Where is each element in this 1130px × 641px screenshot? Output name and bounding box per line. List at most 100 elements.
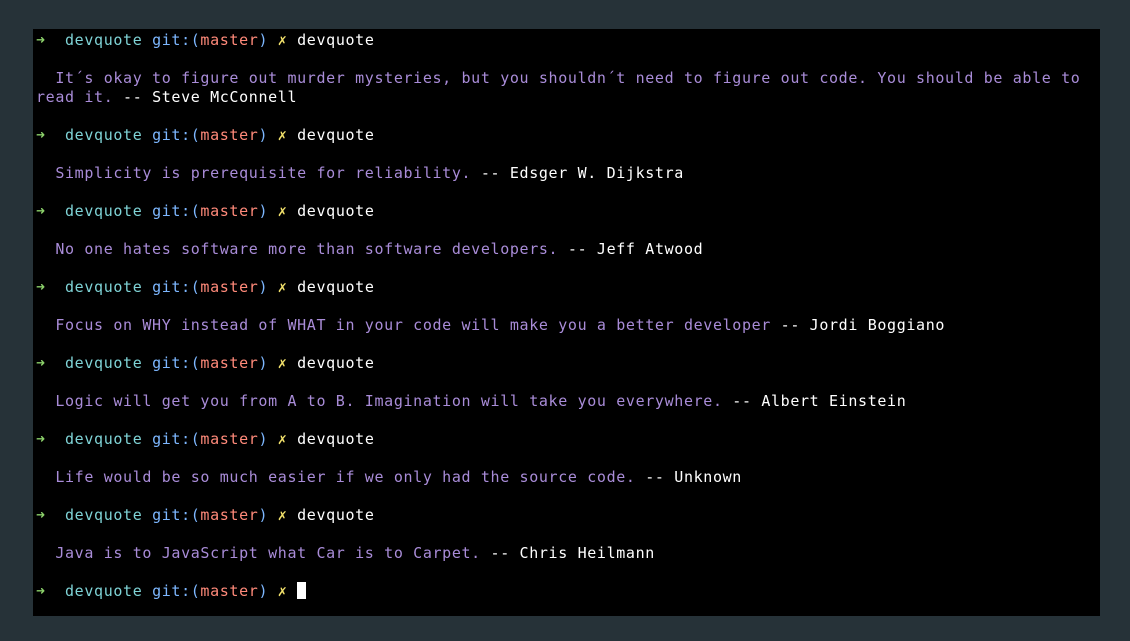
prompt-line: ➜ devquote git:(master) ✗ devquote	[36, 506, 1096, 525]
prompt-line: ➜ devquote git:(master) ✗ devquote	[36, 202, 1096, 221]
prompt-branch-close: )	[258, 31, 269, 49]
prompt-git-label: git:	[152, 582, 191, 600]
prompt-line: ➜ devquote git:(master) ✗ devquote	[36, 126, 1096, 145]
quote-text: No one hates software more than software…	[55, 240, 559, 258]
quote-output: Focus on WHY instead of WHAT in your cod…	[36, 316, 1096, 335]
prompt-git-label: git:	[152, 278, 191, 296]
prompt-line: ➜ devquote git:(master) ✗	[36, 582, 1096, 601]
prompt-branch-close: )	[258, 430, 269, 448]
prompt-git-label: git:	[152, 354, 191, 372]
terminal-output[interactable]: ➜ devquote git:(master) ✗ devquote It´s …	[36, 31, 1096, 601]
command-text[interactable]: devquote	[297, 126, 374, 144]
command-text[interactable]: devquote	[297, 430, 374, 448]
prompt-git-label: git:	[152, 506, 191, 524]
quote-separator: --	[770, 316, 810, 334]
prompt-dirty-icon: ✗	[277, 582, 288, 600]
prompt-dirty-icon: ✗	[277, 506, 288, 524]
prompt-directory: devquote	[65, 31, 143, 49]
quote-separator: --	[722, 392, 762, 410]
prompt-line: ➜ devquote git:(master) ✗ devquote	[36, 278, 1096, 297]
prompt-git-label: git:	[152, 202, 191, 220]
prompt-git-label: git:	[152, 430, 191, 448]
prompt-branch-open: (	[190, 582, 201, 600]
quote-author: Unknown	[674, 468, 742, 486]
quote-author: Steve McConnell	[152, 88, 298, 106]
quote-author: Jordi Boggiano	[809, 316, 946, 334]
quote-author: Chris Heilmann	[519, 544, 655, 562]
quote-output: No one hates software more than software…	[36, 240, 1096, 259]
prompt-branch-name: master	[200, 582, 259, 600]
quote-author: Jeff Atwood	[596, 240, 704, 258]
prompt-arrow-icon: ➜	[36, 506, 46, 524]
prompt-branch-name: master	[200, 202, 259, 220]
quote-author: Albert Einstein	[761, 392, 907, 410]
quote-text: Java is to JavaScript what Car is to Car…	[55, 544, 481, 562]
prompt-branch-name: master	[200, 430, 259, 448]
prompt-line: ➜ devquote git:(master) ✗ devquote	[36, 31, 1096, 50]
quote-text: Focus on WHY instead of WHAT in your cod…	[55, 316, 771, 334]
prompt-line: ➜ devquote git:(master) ✗ devquote	[36, 354, 1096, 373]
prompt-branch-close: )	[258, 278, 269, 296]
command-text[interactable]: devquote	[297, 202, 374, 220]
command-text[interactable]: devquote	[297, 278, 374, 296]
prompt-directory: devquote	[65, 354, 143, 372]
prompt-branch-open: (	[190, 126, 201, 144]
quote-output: Simplicity is prerequisite for reliabili…	[36, 164, 1096, 183]
prompt-branch-name: master	[200, 278, 259, 296]
prompt-arrow-icon: ➜	[36, 126, 46, 144]
prompt-arrow-icon: ➜	[36, 202, 46, 220]
prompt-arrow-icon: ➜	[36, 582, 46, 600]
prompt-directory: devquote	[65, 582, 143, 600]
prompt-branch-open: (	[190, 202, 201, 220]
command-text[interactable]: devquote	[297, 31, 374, 49]
prompt-branch-open: (	[190, 354, 201, 372]
terminal-window[interactable]: ➜ devquote git:(master) ✗ devquote It´s …	[33, 29, 1100, 616]
prompt-branch-close: )	[258, 126, 269, 144]
command-text[interactable]: devquote	[297, 506, 374, 524]
prompt-branch-name: master	[200, 506, 259, 524]
quote-text: Logic will get you from A to B. Imaginat…	[55, 392, 723, 410]
prompt-branch-open: (	[190, 506, 201, 524]
prompt-arrow-icon: ➜	[36, 278, 46, 296]
prompt-git-label: git:	[152, 126, 191, 144]
prompt-branch-open: (	[190, 31, 201, 49]
prompt-branch-close: )	[258, 202, 269, 220]
command-text[interactable]: devquote	[297, 354, 374, 372]
quote-author: Edsger W. Dijkstra	[509, 164, 684, 182]
quote-output: It´s okay to figure out murder mysteries…	[36, 69, 1096, 107]
quote-separator: --	[113, 88, 153, 106]
prompt-branch-name: master	[200, 354, 259, 372]
quote-output: Life would be so much easier if we only …	[36, 468, 1096, 487]
prompt-directory: devquote	[65, 202, 143, 220]
prompt-branch-close: )	[258, 506, 269, 524]
prompt-dirty-icon: ✗	[277, 430, 288, 448]
prompt-dirty-icon: ✗	[277, 278, 288, 296]
prompt-dirty-icon: ✗	[277, 354, 288, 372]
prompt-branch-name: master	[200, 126, 259, 144]
quote-separator: --	[480, 544, 520, 562]
terminal-cursor[interactable]	[297, 582, 307, 599]
quote-separator: --	[471, 164, 510, 182]
quote-output: Java is to JavaScript what Car is to Car…	[36, 544, 1096, 563]
quote-separator: --	[558, 240, 597, 258]
quote-text: Simplicity is prerequisite for reliabili…	[55, 164, 472, 182]
prompt-dirty-icon: ✗	[277, 126, 288, 144]
quote-text: Life would be so much easier if we only …	[55, 468, 636, 486]
prompt-branch-open: (	[190, 278, 201, 296]
prompt-directory: devquote	[65, 430, 143, 448]
prompt-dirty-icon: ✗	[277, 31, 288, 49]
prompt-git-label: git:	[152, 31, 191, 49]
prompt-branch-name: master	[200, 31, 259, 49]
prompt-arrow-icon: ➜	[36, 31, 46, 49]
